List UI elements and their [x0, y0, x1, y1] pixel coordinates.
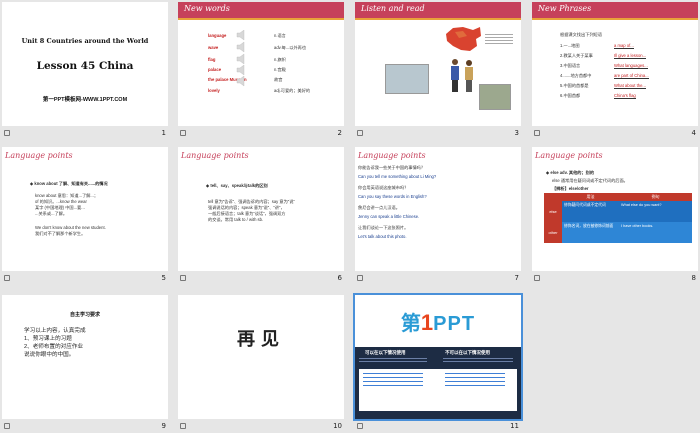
slide-icon — [534, 130, 540, 136]
slide-number: 7 — [514, 274, 519, 282]
slide-5[interactable]: Language points ◆ know about 了解、知道有关....… — [2, 147, 168, 282]
slide-thumbnail: 再见 — [178, 295, 344, 419]
slide-icon — [180, 275, 186, 281]
slide-number: 5 — [161, 274, 166, 282]
china-map-image — [446, 27, 481, 51]
slide-title: Unit 8 Countries around the World — [21, 37, 149, 45]
slide-thumbnail: Unit 8 Countries around the World Lesson… — [2, 2, 168, 126]
goodbye-text: 再见 — [237, 329, 285, 350]
slide-number: 11 — [510, 422, 519, 430]
panel-left-title: 可以在以下情况使用 — [365, 350, 406, 355]
slide-icon — [4, 423, 10, 429]
slide-thumbnail: 第1PPT 可以在以下情况使用 不可以在以下情况使用 — [353, 293, 523, 421]
else-other-table: 用法 例句 else 修饰疑问代词或不定代词 What else do you … — [544, 193, 692, 243]
slide-number: 8 — [691, 274, 696, 282]
slide-icon — [357, 275, 363, 281]
panel-right-title: 不可以在以下情况使用 — [445, 350, 490, 355]
slide-icon — [357, 423, 363, 429]
slide-header: Listen and read — [361, 4, 425, 13]
slide-thumbnail: Language points ◆ else adv. 其他的；别的 else … — [532, 147, 698, 271]
slide-header: Language points — [535, 151, 603, 160]
slide-4[interactable]: New Phrases 根据课文找出下列短语 1.一...地图 2.教某人关于某… — [532, 2, 698, 137]
slide-title: 自主学习要求 — [69, 312, 100, 318]
slide-lesson-title: Lesson 45 China — [36, 60, 134, 72]
slide-11[interactable]: 第1PPT 可以在以下情况使用 不可以在以下情况使用 11 — [353, 293, 523, 430]
slide-1[interactable]: Unit 8 Countries around the World Lesson… — [2, 2, 168, 137]
slide-thumbnail: 自主学习要求 学习以上内容，认真完成 1、预习课上的习题 2、老师布置的对应作业… — [2, 295, 168, 419]
slide-7[interactable]: Language points 你能告诉我一些关于中国的事情吗？ Can you… — [355, 147, 521, 282]
slide-number: 1 — [161, 129, 166, 137]
slide-number: 3 — [514, 129, 519, 137]
slide-8[interactable]: Language points ◆ else adv. 其他的；别的 else … — [532, 147, 698, 282]
slide-number: 2 — [337, 129, 342, 137]
slide-3[interactable]: Listen and read 3 — [355, 2, 521, 137]
slide-icon — [180, 423, 186, 429]
ppt-logo: 第1PPT — [400, 310, 476, 335]
lesson-photo-2 — [479, 84, 511, 110]
slide-number: 6 — [337, 274, 342, 282]
slide-thumbnail: New Phrases 根据课文找出下列短语 1.一...地图 2.教某人关于某… — [532, 2, 698, 126]
slide-10[interactable]: 再见 10 — [178, 295, 344, 430]
slide-number: 10 — [333, 422, 342, 430]
slide-thumbnail: New words language wave flag palace the … — [178, 2, 344, 126]
dialog-text — [485, 32, 513, 46]
slide-header: Language points — [5, 151, 73, 160]
slide-header: New words — [184, 4, 230, 13]
phrases-intro: 根据课文找出下列短语 — [560, 32, 602, 37]
lesson-photo-1 — [385, 64, 429, 94]
slide-thumbnail: Listen and read — [355, 2, 521, 126]
slide-icon — [4, 275, 10, 281]
slide-header: Language points — [181, 151, 249, 160]
slide-thumbnail: Language points 你能告诉我一些关于中国的事情吗？ Can you… — [355, 147, 521, 271]
slide-footer: 第一PPT模板网-WWW.1PPT.COM — [42, 97, 128, 103]
slide-icon — [180, 130, 186, 136]
slide-header: New Phrases — [538, 4, 592, 13]
slide-icon — [534, 275, 540, 281]
slide-6[interactable]: Language points ◆ tell、say、speak与talk的区别… — [178, 147, 344, 282]
slide-icon — [4, 130, 10, 136]
speaker-icon — [236, 30, 245, 87]
slide-number: 4 — [691, 129, 696, 137]
info-panel: 可以在以下情况使用 不可以在以下情况使用 — [355, 347, 521, 419]
slide-number: 9 — [161, 422, 166, 430]
slide-thumbnail: Language points ◆ know about 了解、知道有关....… — [2, 147, 168, 271]
slide-header: Language points — [358, 151, 426, 160]
slide-9[interactable]: 自主学习要求 学习以上内容，认真完成 1、预习课上的习题 2、老师布置的对应作业… — [2, 295, 168, 430]
slide-thumbnail: Language points ◆ tell、say、speak与talk的区别… — [178, 147, 344, 271]
slide-icon — [357, 130, 363, 136]
slide-2[interactable]: New words language wave flag palace the … — [178, 2, 344, 137]
